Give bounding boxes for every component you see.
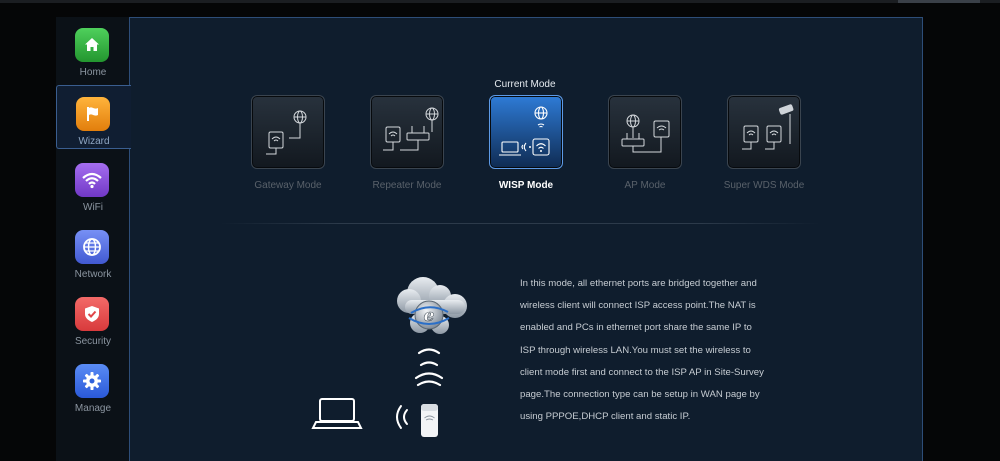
sidebar-item-security[interactable]: Security bbox=[56, 286, 130, 350]
wisp-illustration: e bbox=[305, 268, 505, 438]
mode-label: WISP Mode bbox=[498, 180, 554, 191]
sidebar-item-label: Home bbox=[79, 67, 107, 78]
current-mode-label: Current Mode bbox=[494, 79, 556, 90]
sidebar-item-label: Manage bbox=[74, 403, 112, 414]
repeater-mode-icon bbox=[370, 95, 444, 169]
sidebar: Home Wizard WiFi Network Security Manage bbox=[56, 17, 131, 461]
sidebar-item-label: WiFi bbox=[83, 202, 103, 213]
gear-icon bbox=[75, 364, 109, 398]
mode-label: Repeater Mode bbox=[372, 180, 442, 191]
sidebar-item-network[interactable]: Network bbox=[56, 219, 130, 283]
main-panel: Current Mode Gateway Mode Repeater Mode … bbox=[129, 17, 923, 461]
wisp-diagram-icon: e bbox=[311, 277, 467, 437]
ap-mode-icon bbox=[608, 95, 682, 169]
sidebar-item-label: Security bbox=[74, 336, 112, 347]
mode-label: AP Mode bbox=[624, 180, 666, 191]
globe-icon bbox=[75, 230, 109, 264]
sidebar-item-label: Network bbox=[74, 269, 112, 280]
shield-icon bbox=[75, 297, 109, 331]
top-bar-accent bbox=[898, 0, 980, 3]
divider bbox=[220, 223, 820, 224]
gateway-mode-icon bbox=[251, 95, 325, 169]
top-bar bbox=[0, 0, 1000, 3]
mode-description: In this mode, all ethernet ports are bri… bbox=[520, 278, 764, 423]
sidebar-item-manage[interactable]: Manage bbox=[56, 353, 130, 417]
super-wds-mode-icon bbox=[727, 95, 801, 169]
sidebar-item-wizard[interactable]: Wizard bbox=[56, 85, 131, 149]
sidebar-item-home[interactable]: Home bbox=[56, 17, 130, 81]
wifi-icon bbox=[75, 163, 109, 197]
wisp-mode-icon bbox=[489, 95, 563, 169]
mode-label: Super WDS Mode bbox=[723, 180, 805, 191]
mode-label: Gateway Mode bbox=[254, 180, 322, 191]
sidebar-item-wifi[interactable]: WiFi bbox=[56, 152, 130, 216]
home-icon bbox=[75, 28, 109, 62]
flag-icon bbox=[76, 97, 110, 131]
sidebar-item-label: Wizard bbox=[78, 136, 110, 147]
